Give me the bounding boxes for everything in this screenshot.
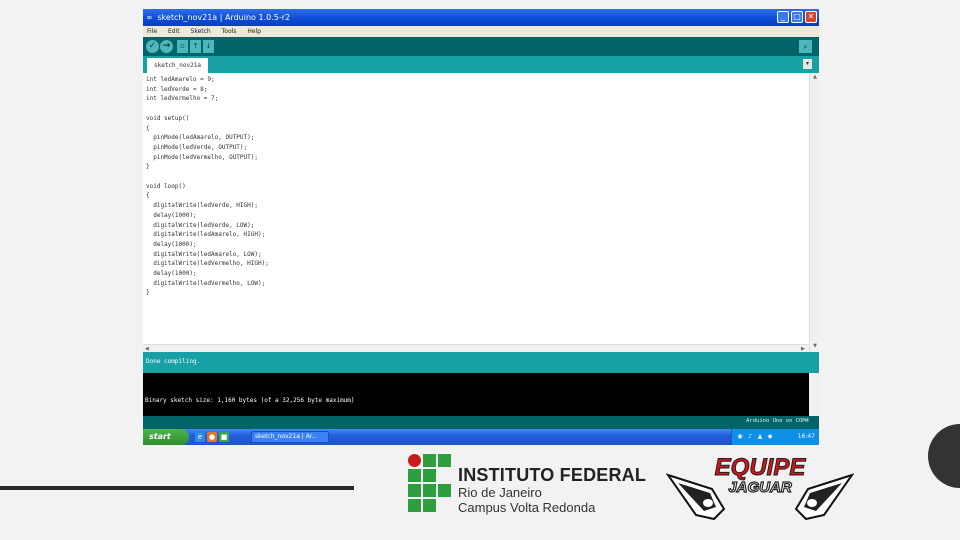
code-line: int ledAmarelo = 9;	[146, 76, 215, 83]
toolbar: ✓ → ▫ ↑ ↓ ⌕	[143, 37, 819, 56]
tab-sketch[interactable]: sketch_nov21a	[147, 58, 208, 73]
code-line: digitalWrite(ledAmarelo, HIGH);	[146, 231, 266, 239]
windows-taskbar: start e ● ■ sketch_nov21a | Ar... ◉ ♪ ▲ …	[143, 429, 819, 445]
system-tray: ◉ ♪ ▲ ◆ 16:47	[731, 429, 819, 445]
console-panel: Binary sketch size: 1,160 bytes (of a 32…	[143, 373, 809, 416]
menu-edit[interactable]: Edit	[168, 28, 180, 35]
close-button[interactable]: ✕	[805, 11, 817, 23]
if-name: INSTITUTO FEDERAL	[458, 465, 647, 485]
security-icon[interactable]: ▲	[756, 433, 764, 441]
code-line: pinMode(ledAmarelo, OUTPUT);	[146, 134, 255, 142]
slide: ∞ sketch_nov21a | Arduino 1.0.5-r2 _ □ ✕…	[0, 0, 960, 540]
minimize-button[interactable]: _	[777, 11, 789, 23]
console-scrollbar[interactable]	[809, 373, 819, 416]
code-line: delay(1000);	[146, 270, 197, 277]
instituto-federal-logo: INSTITUTO FEDERAL Rio de Janeiro Campus …	[406, 453, 646, 517]
usb-icon[interactable]: ◆	[766, 433, 774, 441]
code-line: int ledVerde = 8;	[146, 85, 208, 93]
save-file-button[interactable]: ↓	[203, 40, 214, 53]
code-line: digitalWrite(ledAmarelo, LOW);	[146, 250, 262, 258]
tab-menu-button[interactable]: ▾	[803, 59, 812, 69]
menu-help[interactable]: Help	[247, 28, 261, 35]
tab-bar: sketch_nov21a ▾	[143, 56, 819, 73]
scroll-down-icon[interactable]: ▼	[812, 343, 818, 349]
code-line: digitalWrite(ledVermelho, HIGH);	[146, 260, 269, 268]
if-campus: Campus Volta Redonda	[458, 500, 596, 515]
code-line: delay(1000);	[146, 240, 197, 248]
media-icon[interactable]: ●	[207, 432, 217, 442]
volume-icon[interactable]: ♪	[746, 433, 754, 441]
code-line: {	[146, 192, 150, 200]
decorative-circle	[928, 424, 960, 488]
open-file-button[interactable]: ↑	[190, 40, 201, 53]
menu-file[interactable]: File	[147, 28, 157, 35]
editor-vertical-scrollbar[interactable]: ▲ ▼	[809, 73, 819, 352]
window-title: sketch_nov21a | Arduino 1.0.5-r2	[157, 13, 291, 22]
code-line: delay(1000);	[146, 211, 197, 219]
code-line: void setup()	[146, 114, 190, 122]
browser-icon[interactable]: e	[195, 432, 205, 442]
menu-tools[interactable]: Tools	[222, 28, 237, 35]
window-controls: _ □ ✕	[777, 11, 817, 23]
menu-bar: File Edit Sketch Tools Help	[143, 26, 819, 37]
arduino-ide-screenshot: ∞ sketch_nov21a | Arduino 1.0.5-r2 _ □ ✕…	[143, 9, 819, 445]
team-name-line1: EQUIPE	[715, 454, 807, 481]
code-line: {	[146, 124, 150, 132]
code-line: void loop()	[146, 182, 186, 190]
code-line: int ledVermelho = 7;	[146, 95, 219, 103]
scroll-up-icon[interactable]: ▲	[812, 74, 818, 80]
explorer-icon[interactable]: ■	[219, 432, 229, 442]
footer-bar: Arduino Uno on COM4	[143, 416, 819, 429]
serial-monitor-button[interactable]: ⌕	[799, 40, 812, 53]
console-output: Binary sketch size: 1,160 bytes (of a 32…	[145, 397, 355, 404]
code-line: pinMode(ledVerde, OUTPUT);	[146, 143, 248, 151]
menu-sketch[interactable]: Sketch	[191, 28, 211, 35]
verify-button[interactable]: ✓	[146, 40, 159, 53]
board-info: Arduino Uno on COM4	[746, 418, 809, 424]
code-line: digitalWrite(ledVerde, HIGH);	[146, 202, 258, 210]
start-button[interactable]: start	[143, 429, 189, 445]
decorative-line	[0, 486, 354, 490]
maximize-button[interactable]: □	[791, 11, 803, 23]
taskbar-arduino-window[interactable]: sketch_nov21a | Ar...	[251, 431, 329, 443]
arduino-icon: ∞	[147, 13, 152, 22]
status-message: Done compiling.	[146, 358, 201, 365]
if-symbol-icon	[406, 453, 452, 513]
team-name-line2: JAGUAR	[728, 479, 792, 496]
upload-button[interactable]: →	[160, 40, 173, 53]
new-file-button[interactable]: ▫	[177, 40, 188, 53]
code-editor[interactable]: int ledAmarelo = 9; int ledVerde = 8; int …	[143, 73, 809, 344]
if-state: Rio de Janeiro	[458, 485, 542, 500]
code-line: }	[146, 163, 150, 171]
network-icon[interactable]: ◉	[736, 433, 744, 441]
code-line: digitalWrite(ledVermelho, LOW);	[146, 279, 266, 287]
code-line: }	[146, 289, 150, 297]
code-line: pinMode(ledVermelho, OUTPUT);	[146, 153, 258, 161]
editor-horizontal-scrollbar[interactable]: ◀ ▶	[143, 344, 809, 352]
clock: 16:47	[797, 433, 815, 440]
code-line: digitalWrite(ledVerde, LOW);	[146, 221, 255, 229]
equipe-jaguar-logo: EQUIPE JAGUAR	[666, 454, 854, 521]
title-bar: ∞ sketch_nov21a | Arduino 1.0.5-r2 _ □ ✕	[143, 9, 819, 26]
status-bar: Done compiling.	[143, 352, 819, 373]
